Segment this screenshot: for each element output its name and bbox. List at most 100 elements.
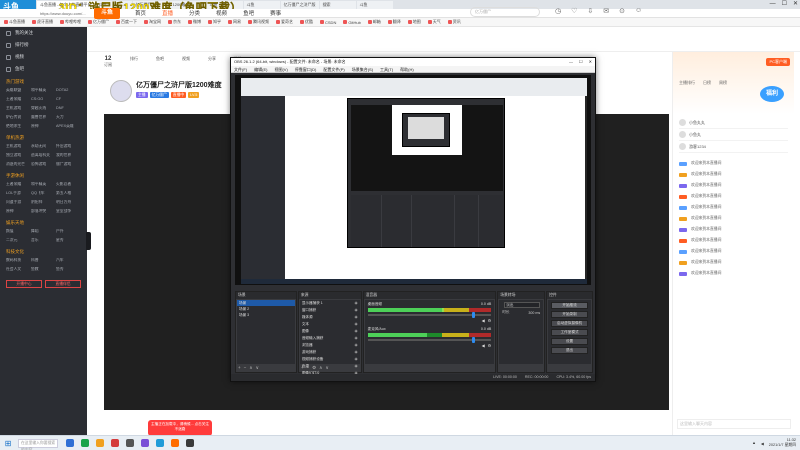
sidebar-item[interactable]: 排行榜 xyxy=(0,39,87,51)
bookmark-item[interactable]: 邮箱 xyxy=(367,19,381,25)
source-item[interactable]: 显示器捕获 1 ◉ xyxy=(300,300,360,307)
sidebar-category-link[interactable]: 永劫无间 xyxy=(31,144,56,149)
control-button[interactable]: 启动虚拟摄像机 xyxy=(551,320,588,327)
visibility-icon[interactable]: ◉ xyxy=(355,342,358,349)
scene-item[interactable]: 场景 3 xyxy=(237,312,295,318)
browser-tab[interactable]: 斗鱼 xyxy=(243,0,280,9)
bookmark-item[interactable]: 翻译 xyxy=(387,19,401,25)
location-icon[interactable]: ⊙ xyxy=(619,7,625,15)
pc-client-badge[interactable]: PC客户端 xyxy=(766,58,790,66)
control-button[interactable]: 设置 xyxy=(551,338,588,345)
sidebar-category-link[interactable]: 主机游戏 xyxy=(6,144,31,149)
add-scene-icon[interactable]: + xyxy=(238,365,241,371)
obs-preview[interactable] xyxy=(235,75,591,285)
obs-menu-item[interactable]: 工具(T) xyxy=(380,66,393,72)
rank-tab[interactable]: 日榜 xyxy=(703,80,711,86)
minimize-icon[interactable]: — xyxy=(770,0,776,9)
minimize-icon[interactable]: — xyxy=(569,58,573,66)
sidebar-category-link[interactable]: 恐怖游戏 xyxy=(31,162,56,167)
add-source-icon[interactable]: + xyxy=(301,365,304,371)
nav-item[interactable]: 视频 xyxy=(216,9,227,17)
source-item[interactable]: 文本 ◉ xyxy=(300,321,360,328)
close-icon[interactable]: ✕ xyxy=(589,58,592,66)
sidebar-category-link[interactable]: 皇室战争 xyxy=(56,209,81,214)
sidebar-category-link[interactable]: 鱼秀 xyxy=(56,267,81,272)
sidebar-item[interactable]: 视频 xyxy=(0,51,87,63)
sidebar-action-button[interactable]: 直播伴侣 xyxy=(45,280,81,288)
bookmark-item[interactable]: CSDN xyxy=(320,20,336,25)
taskbar-app-icon[interactable] xyxy=(156,439,164,447)
taskbar-app-icon[interactable] xyxy=(66,439,74,447)
room-stat[interactable]: 12 订阅 xyxy=(104,56,112,68)
obs-menu-item[interactable]: 场景集合(S) xyxy=(352,66,373,72)
sidebar-category-link[interactable]: 二次元 xyxy=(6,238,31,243)
obs-menu-item[interactable]: 文件(F) xyxy=(234,66,247,72)
source-settings-icon[interactable]: ⚙ xyxy=(312,365,316,371)
sidebar-category-link[interactable]: 僵尸游戏 xyxy=(56,162,81,167)
sidebar-category-link[interactable]: 魔兽世界 xyxy=(31,115,56,120)
gear-icon[interactable]: ⚙ xyxy=(488,343,492,348)
sidebar-category-link[interactable]: 舞蹈 xyxy=(31,229,56,234)
sidebar-category-link[interactable]: 星秀 xyxy=(56,238,81,243)
sidebar-category-link[interactable]: 怀旧游戏 xyxy=(56,144,81,149)
sidebar-category-link[interactable]: 明日方舟 xyxy=(56,200,81,205)
sidebar-category-link[interactable]: 汽车 xyxy=(56,258,81,263)
taskbar-app-icon[interactable] xyxy=(96,439,104,447)
bookmark-item[interactable]: 微博 xyxy=(188,19,201,25)
sidebar-category-link[interactable]: 王者荣耀 xyxy=(6,182,31,187)
address-bar[interactable]: https://www.douyu.com/... xyxy=(0,9,800,18)
source-down-icon[interactable]: ∨ xyxy=(325,365,328,371)
bookmark-item[interactable]: 腾讯视频 xyxy=(248,19,269,25)
bookmark-item[interactable]: 京东 xyxy=(168,19,181,25)
taskbar-app-icon[interactable] xyxy=(171,439,179,447)
promo-popup[interactable]: 主播正在加载中，请稍候... 点击关注不迷路 xyxy=(148,420,212,436)
sidebar-category-link[interactable]: 和平精英 xyxy=(31,88,56,93)
sidebar-category-link[interactable]: 鱼教 xyxy=(31,267,56,272)
obs-menu-item[interactable]: 编辑(E) xyxy=(254,66,267,72)
sidebar-category-link[interactable]: 主机游戏 xyxy=(6,106,31,111)
chat-input[interactable]: 这里输入聊天内容 xyxy=(677,419,791,429)
rank-row[interactable]: 小鱼丸 xyxy=(679,129,788,141)
control-button[interactable]: 开始录制 xyxy=(551,311,588,318)
sidebar-category-link[interactable]: QQ飞车 xyxy=(31,191,56,196)
source-item[interactable]: 音频输入捕获 ◉ xyxy=(300,335,360,342)
source-item[interactable]: 图像 ◉ xyxy=(300,328,360,335)
obs-menu-item[interactable]: 视图(V) xyxy=(274,66,287,72)
bookmark-item[interactable]: 网易 xyxy=(228,19,241,25)
sidebar-category-link[interactable]: 第五人格 xyxy=(56,191,81,196)
nav-item[interactable]: 首页 xyxy=(135,9,146,17)
clock[interactable]: 11:32 2021/1/7 星期四 xyxy=(769,438,796,448)
control-button[interactable]: 工作室模式 xyxy=(551,329,588,336)
sidebar-category-link[interactable]: 原神 xyxy=(31,124,56,129)
download-icon[interactable]: ⇩ xyxy=(587,7,593,15)
bookmark-item[interactable]: 爱奇艺 xyxy=(276,19,293,25)
sidebar-category-link[interactable]: 火影忍者 xyxy=(56,182,81,187)
volume-slider[interactable] xyxy=(367,337,492,343)
taskbar-app-icon[interactable] xyxy=(141,439,149,447)
transition-select[interactable]: 淡出 xyxy=(504,302,541,308)
room-stat[interactable]: 排行 xyxy=(130,56,138,68)
sidebar-category-link[interactable]: DNF xyxy=(56,106,81,111)
history-icon[interactable]: ◷ xyxy=(555,7,561,15)
nav-item[interactable]: 分类 xyxy=(189,9,200,17)
speaker-icon[interactable]: ◀ xyxy=(482,318,485,323)
anchor-avatar[interactable] xyxy=(110,80,132,102)
move-up-icon[interactable]: ∧ xyxy=(249,365,252,371)
nav-item[interactable]: 赛事 xyxy=(270,9,281,17)
rank-tab[interactable]: 主播排行 xyxy=(679,80,695,86)
bookmark-item[interactable]: 地图 xyxy=(407,19,421,25)
sidebar-category-link[interactable]: CF xyxy=(56,97,81,102)
user-icon[interactable]: ☺ xyxy=(635,7,642,15)
sidebar-item[interactable]: 鱼吧 xyxy=(0,63,87,75)
nav-item[interactable]: 直播 xyxy=(162,9,173,17)
sidebar-category-link[interactable]: 穿越火线 xyxy=(31,106,56,111)
sidebar-category-link[interactable]: 我的世界 xyxy=(56,153,81,158)
sidebar-category-link[interactable]: 绝地求生 xyxy=(6,124,31,129)
source-up-icon[interactable]: ∧ xyxy=(319,365,322,371)
sidebar-category-link[interactable]: 原神 xyxy=(6,209,31,214)
visibility-icon[interactable]: ◉ xyxy=(355,307,358,314)
sidebar-category-link[interactable]: 消逝的光芒 xyxy=(6,162,31,167)
visibility-icon[interactable]: ◉ xyxy=(355,300,358,307)
sidebar-category-link[interactable]: 数码科技 xyxy=(6,258,31,263)
site-search-input[interactable]: 亿万僵尸 xyxy=(470,7,540,17)
